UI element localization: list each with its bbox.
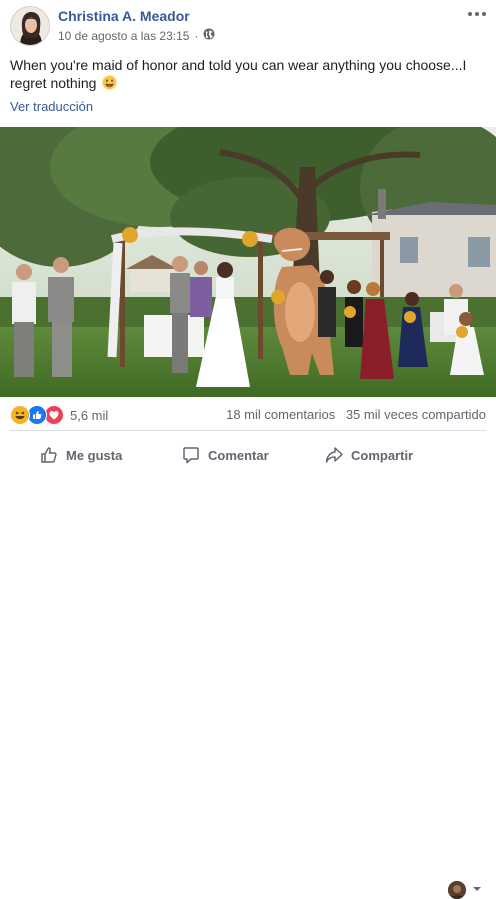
share-button[interactable]: Compartir bbox=[325, 436, 413, 474]
share-icon bbox=[325, 447, 343, 463]
grinning-tongue-emoji-icon bbox=[102, 75, 117, 90]
wedding-photo-image bbox=[0, 127, 496, 397]
reactions-summary[interactable]: 5,6 mil bbox=[10, 405, 108, 425]
share-label: Compartir bbox=[351, 447, 414, 463]
shares-count[interactable]: 35 mil veces compartido bbox=[346, 407, 486, 422]
post-actions: Me gusta Comentar Compartir bbox=[0, 436, 496, 899]
author-name[interactable]: Christina A. Meador bbox=[58, 8, 190, 24]
like-label: Me gusta bbox=[66, 447, 123, 463]
viewer-avatar bbox=[448, 881, 466, 899]
divider bbox=[10, 430, 486, 431]
comment-button[interactable]: Comentar bbox=[182, 436, 269, 474]
dot bbox=[475, 12, 479, 16]
more-options-button[interactable] bbox=[466, 6, 488, 22]
post-header: Christina A. Meador 10 de agosto a las 2… bbox=[0, 0, 496, 52]
haha-icon bbox=[10, 405, 30, 425]
thumbs-up-icon bbox=[41, 447, 57, 463]
separator: · bbox=[194, 28, 199, 43]
post-photo[interactable] bbox=[0, 127, 496, 397]
globe-icon[interactable] bbox=[203, 28, 215, 43]
engagement-stats: 18 mil comentarios 35 mil veces comparti… bbox=[226, 407, 486, 422]
post-meta: 10 de agosto a las 23:15 · bbox=[58, 28, 215, 43]
see-translation-link[interactable]: Ver traducción bbox=[10, 99, 93, 114]
comment-icon bbox=[183, 447, 199, 464]
dot bbox=[482, 12, 486, 16]
post-text-body: When you're maid of honor and told you c… bbox=[10, 57, 467, 91]
post-timestamp[interactable]: 10 de agosto a las 23:15 bbox=[58, 29, 189, 43]
post-text: When you're maid of honor and told you c… bbox=[10, 56, 486, 92]
love-icon bbox=[44, 405, 64, 425]
react-as-selector[interactable] bbox=[448, 881, 482, 899]
like-button[interactable]: Me gusta bbox=[40, 436, 122, 474]
comments-count[interactable]: 18 mil comentarios bbox=[226, 407, 335, 422]
dot bbox=[468, 12, 472, 16]
author-avatar[interactable] bbox=[10, 6, 50, 46]
like-icon bbox=[27, 405, 47, 425]
reactions-count[interactable]: 5,6 mil bbox=[70, 408, 108, 423]
chevron-down-icon bbox=[472, 881, 482, 899]
comment-label: Comentar bbox=[208, 447, 269, 463]
